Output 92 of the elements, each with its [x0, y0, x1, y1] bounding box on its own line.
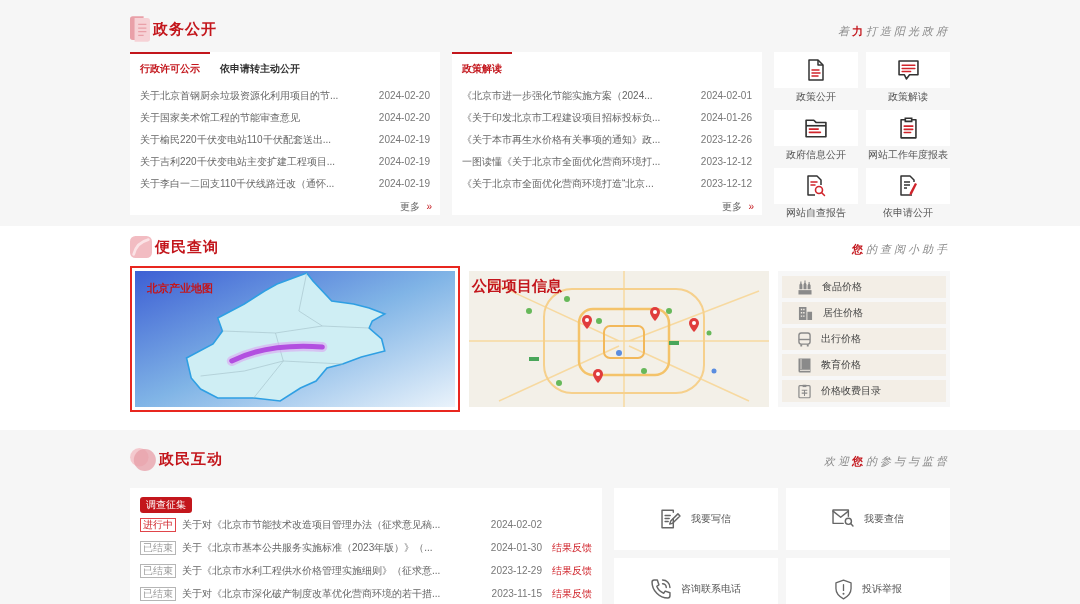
price-link[interactable]: 教育价格 — [782, 354, 946, 376]
news-title[interactable]: 关于榆民220千伏变电站110千伏配套送出... — [140, 134, 331, 146]
news-title[interactable]: 关于吉利220千伏变电站主变扩建工程项目... — [140, 156, 336, 168]
bottles-icon — [798, 279, 812, 295]
map-pin-icon[interactable] — [689, 318, 699, 332]
more-link[interactable]: 更多 » — [400, 200, 432, 214]
tab[interactable]: 政策解读 — [452, 52, 512, 78]
survey-title[interactable]: 关于《北京市基本公共服务实施标准（2023年版）》（... — [182, 541, 485, 554]
shortcut-tile[interactable] — [774, 52, 858, 88]
overlapping-circles-icon — [130, 447, 156, 471]
price-link[interactable]: 价格收费目录 — [782, 380, 946, 402]
news-date: 2023-12-12 — [700, 178, 752, 190]
news-title[interactable]: 关于北京首钢厨余垃圾资源化利用项目的节... — [140, 90, 339, 102]
shortcut-label: 政府信息公开 — [786, 148, 846, 162]
phone-icon — [651, 579, 671, 599]
shortcut-label: 政策解读 — [888, 90, 928, 104]
section-title: 便民查询 — [155, 238, 219, 256]
survey-title[interactable]: 关于《北京市水利工程供水价格管理实施细则》（征求意... — [182, 564, 485, 577]
price-link[interactable]: 居住价格 — [782, 302, 946, 324]
shortcut-tile[interactable] — [774, 168, 858, 204]
news-title[interactable]: 关于国家美术馆工程的节能审查意见 — [140, 112, 300, 124]
status-tag: 进行中 — [140, 517, 176, 532]
price-link[interactable]: 出行价格 — [782, 328, 946, 350]
section-title: 政民互动 — [159, 450, 223, 468]
map-pin-icon[interactable] — [650, 307, 660, 321]
news-date: 2024-02-20 — [378, 112, 430, 124]
tab[interactable]: 行政许可公示 — [130, 52, 210, 78]
chat-bubble-icon — [897, 60, 919, 80]
survey-date: 2024-02-02 — [490, 518, 542, 531]
news-title[interactable]: 一图读懂《关于北京市全面优化营商环境打... — [462, 156, 661, 168]
section-slogan: 欢迎您的参与与监督 — [824, 455, 950, 469]
shortcut-label: 政策公开 — [796, 90, 836, 104]
action-tile[interactable]: 投诉举报 — [786, 558, 950, 604]
tab[interactable]: 调查征集 — [140, 497, 192, 513]
shortcut-label: 网站工作年度报表 — [868, 148, 948, 162]
price-link[interactable]: 食品价格 — [782, 276, 946, 298]
news-title[interactable]: 《关于北京市全面优化营商环境打造“北京... — [462, 178, 654, 190]
feedback-link[interactable]: 结果反馈 — [552, 541, 592, 554]
map-pin-icon[interactable] — [593, 369, 603, 383]
status-tag: 已结束 — [140, 586, 176, 601]
document-icon — [808, 59, 824, 81]
action-tile[interactable]: 我要写信 — [614, 488, 778, 550]
section-slogan: 着力打造阳光政府 — [838, 25, 950, 39]
more-link[interactable]: 更多 » — [722, 200, 754, 214]
news-title[interactable]: 关于李白一二回支110千伏线路迁改（通怀... — [140, 178, 335, 190]
news-date: 2024-02-19 — [378, 156, 430, 168]
paper-pen-icon — [661, 509, 681, 529]
status-tag: 已结束 — [140, 563, 176, 578]
news-date: 2023-12-12 — [700, 156, 752, 168]
building-icon — [798, 305, 813, 321]
news-title[interactable]: 《关于印发北京市工程建设项目招标投标负... — [462, 112, 661, 124]
feedback-link[interactable]: 结果反馈 — [552, 587, 592, 600]
book-icon — [798, 357, 811, 373]
news-title[interactable]: 《北京市进一步强化节能实施方案（2024... — [462, 90, 653, 102]
document-search-icon — [806, 175, 826, 197]
status-tag: 已结束 — [140, 540, 176, 555]
tab[interactable]: 依申请转主动公开 — [210, 52, 310, 78]
shortcut-label: 网站自查报告 — [786, 206, 846, 220]
rounded-tile-icon — [130, 236, 152, 258]
folder-icon — [805, 118, 827, 138]
survey-title[interactable]: 关于对《北京市节能技术改造项目管理办法（征求意见稿... — [182, 518, 485, 531]
clipboard-icon — [798, 383, 811, 399]
shield-alert-icon — [834, 579, 852, 600]
feedback-link[interactable]: 结果反馈 — [552, 564, 592, 577]
news-date: 2024-02-01 — [700, 90, 752, 102]
survey-date: 2024-01-30 — [490, 541, 542, 554]
clipboard-icon — [899, 117, 917, 139]
section-slogan: 您的查阅小助手 — [852, 243, 950, 257]
shortcut-tile[interactable] — [774, 110, 858, 146]
survey-date: 2023-11-15 — [491, 587, 542, 600]
map-title: 北京产业地图 — [147, 282, 213, 295]
document-pen-icon — [898, 175, 918, 197]
shortcut-label: 依申请公开 — [883, 206, 933, 220]
news-date: 2024-02-19 — [378, 134, 430, 146]
section-title: 政务公开 — [153, 20, 217, 38]
news-date: 2024-02-19 — [378, 178, 430, 190]
envelope-search-icon — [832, 509, 854, 527]
map-pin-icon[interactable] — [582, 315, 592, 329]
survey-date: 2023-12-29 — [490, 564, 542, 577]
news-title[interactable]: 《关于本市再生水价格有关事项的通知》政... — [462, 134, 661, 146]
news-date: 2024-01-26 — [700, 112, 752, 124]
survey-title[interactable]: 关于对《北京市深化破产制度改革优化营商环境的若干措... — [182, 587, 486, 600]
map-title: 公园项目信息 — [472, 277, 562, 295]
shortcut-tile[interactable] — [866, 110, 950, 146]
bus-icon — [798, 331, 811, 347]
book-icon — [130, 16, 150, 42]
action-tile[interactable]: 我要查信 — [786, 488, 950, 550]
shortcut-tile[interactable] — [866, 52, 950, 88]
news-date: 2024-02-20 — [378, 90, 430, 102]
action-tile[interactable]: 咨询联系电话 — [614, 558, 778, 604]
news-date: 2023-12-26 — [700, 134, 752, 146]
shortcut-tile[interactable] — [866, 168, 950, 204]
